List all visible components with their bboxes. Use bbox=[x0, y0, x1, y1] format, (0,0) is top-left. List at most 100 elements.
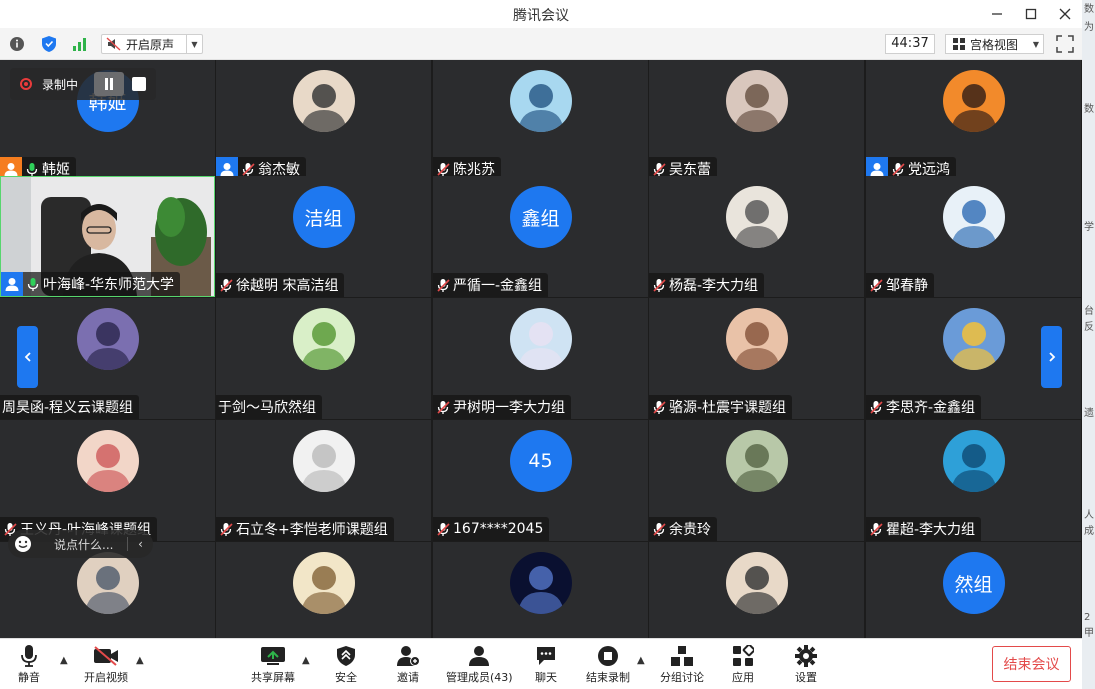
chat-button[interactable]: 聊天 bbox=[535, 643, 557, 685]
audio-options-caret[interactable]: ▲ bbox=[60, 655, 68, 666]
avatar bbox=[725, 552, 788, 614]
avatar bbox=[292, 308, 355, 370]
participant-nametag: 杨磊-李大力组 bbox=[649, 273, 765, 297]
share-screen-button[interactable]: 共享屏幕 bbox=[251, 643, 295, 685]
video-options-caret[interactable]: ▲ bbox=[136, 655, 144, 666]
participant-tile[interactable]: 鑫组 严循一-金鑫组 bbox=[433, 176, 648, 297]
pause-recording-button[interactable] bbox=[94, 72, 124, 96]
quick-chat-bar[interactable]: 说点什么... ‹ bbox=[8, 530, 153, 558]
end-meeting-button[interactable]: 结束会议 bbox=[992, 646, 1071, 682]
background-text-fragment: 遗 bbox=[1084, 408, 1094, 419]
participant-tile[interactable]: 洁组 徐越明 宋高洁组 bbox=[216, 176, 431, 297]
end-recording-button[interactable]: 结束录制 bbox=[586, 643, 630, 685]
fullscreen-button[interactable] bbox=[1056, 35, 1074, 53]
members-icon bbox=[469, 646, 490, 666]
participant-tile[interactable]: 石立冬+李恺老师课题组 bbox=[216, 420, 431, 541]
original-sound-toggle[interactable]: 开启原声 ▼ bbox=[101, 34, 203, 54]
close-icon bbox=[1059, 8, 1071, 20]
recording-label: 录制中 bbox=[42, 77, 79, 92]
participant-tile[interactable]: 骆源-杜震宇课题组 bbox=[649, 298, 864, 419]
view-mode-button[interactable]: 宫格视图 ▼ bbox=[945, 34, 1044, 54]
participant-nametag: 余贵玲 bbox=[649, 517, 717, 541]
chat-input[interactable]: 说点什么... bbox=[38, 536, 127, 553]
participant-name: 杨磊-李大力组 bbox=[669, 278, 759, 294]
participant-tile[interactable]: 翁杰敏 bbox=[216, 60, 431, 181]
participant-nametag: 瞿超-李大力组 bbox=[866, 517, 982, 541]
avatar-photo bbox=[509, 308, 572, 370]
avatar-photo bbox=[725, 430, 788, 492]
participant-tile[interactable]: 45 167****2045 bbox=[433, 420, 648, 541]
maximize-button[interactable] bbox=[1014, 0, 1048, 28]
security-button[interactable]: 安全 bbox=[335, 643, 357, 685]
participant-nametag: 叶海峰-华东师范大学 bbox=[1, 272, 181, 296]
avatar-photo bbox=[725, 308, 788, 370]
avatar bbox=[509, 552, 572, 614]
settings-button[interactable]: 设置 bbox=[795, 643, 817, 685]
avatar bbox=[942, 430, 1005, 492]
recording-options-caret[interactable]: ▲ bbox=[637, 655, 645, 666]
mic-muted-icon bbox=[219, 278, 233, 292]
original-sound-dropdown[interactable]: ▼ bbox=[186, 35, 202, 53]
avatar-photo bbox=[292, 430, 355, 492]
participant-name: 李思齐-金鑫组 bbox=[886, 400, 976, 416]
participant-tile[interactable]: 叶海峰-华东师范大学 bbox=[0, 176, 215, 297]
mic-muted-indicator bbox=[433, 517, 453, 541]
security-shield-button[interactable] bbox=[40, 35, 58, 53]
participant-tile[interactable]: 于剑～马欣然组 bbox=[216, 298, 431, 419]
participant-nametag: 李思齐-金鑫组 bbox=[866, 395, 982, 419]
participant-tile[interactable]: 吴东蕾 bbox=[649, 60, 864, 181]
breakout-rooms-button[interactable]: 分组讨论 bbox=[660, 643, 704, 685]
minimize-button[interactable] bbox=[980, 0, 1014, 28]
participant-nametag: 167****2045 bbox=[433, 517, 550, 541]
avatar-photo bbox=[725, 70, 788, 132]
participant-tile[interactable] bbox=[649, 542, 864, 638]
emoji-button[interactable] bbox=[8, 535, 38, 553]
mic-muted-indicator bbox=[216, 517, 236, 541]
info-button[interactable] bbox=[8, 35, 26, 53]
avatar-photo bbox=[942, 308, 1005, 370]
meeting-window: 腾讯会议 开启原声 ▼ 44:37 宫格视图 ▼ 韩姬 韩姬 翁杰敏 陈兆苏 吴… bbox=[0, 0, 1095, 689]
previous-page-button[interactable] bbox=[17, 326, 38, 388]
host-user-icon bbox=[220, 163, 234, 176]
background-text-fragment: 2 bbox=[1084, 612, 1091, 623]
avatar: 45 bbox=[509, 430, 572, 492]
settings-label: 设置 bbox=[795, 671, 817, 684]
manage-members-button[interactable]: 管理成员(43) bbox=[446, 643, 513, 685]
participant-tile[interactable]: 邹春静 bbox=[866, 176, 1081, 297]
collapse-chat-button[interactable]: ‹ bbox=[127, 537, 153, 551]
participant-tile[interactable]: 杨磊-李大力组 bbox=[649, 176, 864, 297]
mute-button[interactable]: 静音 bbox=[18, 643, 40, 685]
stop-recording-button[interactable] bbox=[132, 77, 146, 91]
mic-muted-icon bbox=[869, 400, 883, 414]
avatar: 鑫组 bbox=[509, 186, 572, 248]
invite-label: 邀请 bbox=[397, 671, 419, 684]
participant-tile[interactable]: 尹树明一李大力组 bbox=[433, 298, 648, 419]
next-page-button[interactable] bbox=[1041, 326, 1062, 388]
breakout-rooms-label: 分组讨论 bbox=[660, 671, 704, 684]
mic-muted-icon bbox=[652, 400, 666, 414]
breakout-icon bbox=[671, 646, 693, 666]
end-recording-label: 结束录制 bbox=[586, 671, 630, 684]
participant-tile[interactable]: 瞿超-李大力组 bbox=[866, 420, 1081, 541]
apps-button[interactable]: 应用 bbox=[732, 643, 754, 685]
original-sound-label: 开启原声 bbox=[126, 37, 175, 52]
share-options-caret[interactable]: ▲ bbox=[302, 655, 310, 666]
participant-tile[interactable] bbox=[216, 542, 431, 638]
participant-tile[interactable]: 王义丹-叶海峰课题组 bbox=[0, 420, 215, 541]
mic-muted-indicator bbox=[433, 273, 453, 297]
participant-tile[interactable]: 余贵玲 bbox=[649, 420, 864, 541]
close-button[interactable] bbox=[1048, 0, 1082, 28]
participant-tile[interactable]: 陈兆苏 bbox=[433, 60, 648, 181]
participant-tile[interactable]: 党远鸿 bbox=[866, 60, 1081, 181]
participant-nametag: 石立冬+李恺老师课题组 bbox=[216, 517, 394, 541]
participant-tile[interactable] bbox=[433, 542, 648, 638]
mic-muted-indicator bbox=[866, 517, 886, 541]
chevron-right-icon bbox=[1048, 352, 1055, 362]
avatar-photo bbox=[725, 186, 788, 248]
invite-button[interactable]: 邀请 bbox=[396, 643, 420, 685]
network-signal-button[interactable] bbox=[71, 35, 89, 53]
shield-icon bbox=[42, 36, 56, 52]
avatar bbox=[292, 70, 355, 132]
start-video-button[interactable]: 开启视频 bbox=[84, 643, 128, 685]
participant-tile[interactable]: 然组 bbox=[866, 542, 1081, 638]
